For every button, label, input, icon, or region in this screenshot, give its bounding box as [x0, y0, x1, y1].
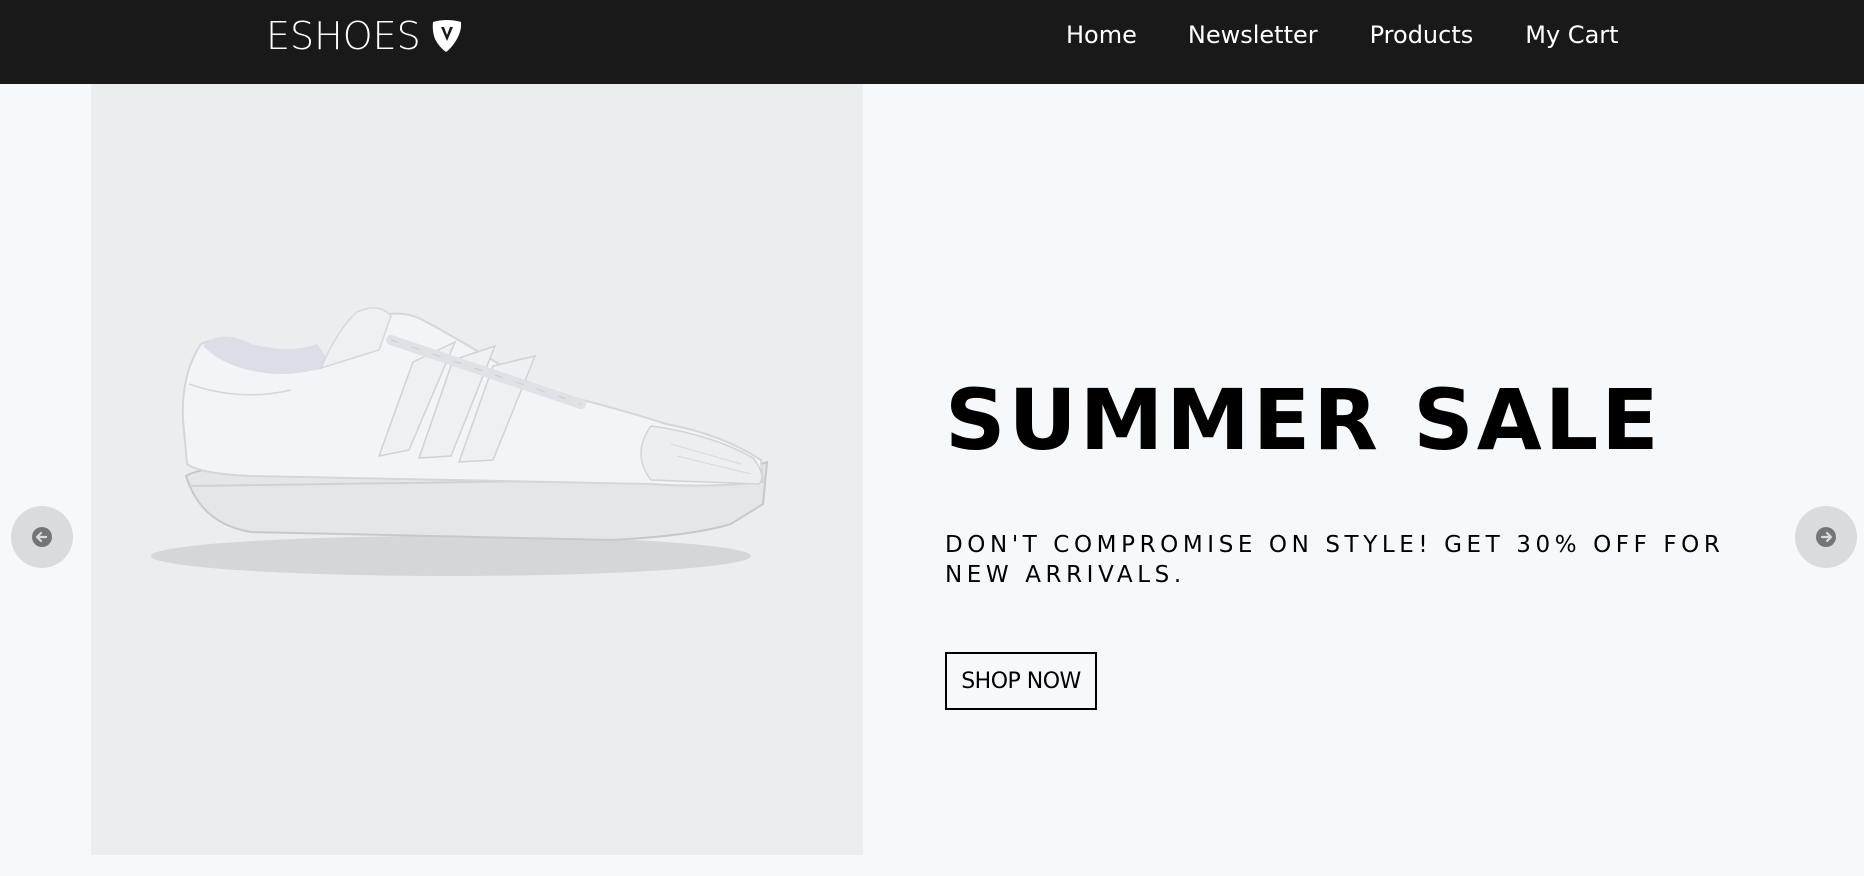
nav-home[interactable]: Home	[1066, 18, 1137, 52]
hero-title: SUMMER SALE	[945, 371, 1662, 469]
arrow-right-icon	[1816, 527, 1836, 547]
hero-description: DON'T COMPROMISE ON STYLE! GET 30% OFF F…	[945, 532, 1725, 588]
nav-my-cart[interactable]: My Cart	[1525, 18, 1618, 52]
shop-now-button[interactable]: SHOP NOW	[945, 652, 1097, 710]
logo-text: ESHOES	[266, 14, 421, 58]
arrow-left-icon	[32, 527, 52, 547]
main-nav: Home Newsletter Products My Cart	[1066, 18, 1619, 52]
logo[interactable]: ESHOES	[266, 14, 463, 58]
shield-v-icon	[431, 19, 463, 53]
navbar: ESHOES Home Newsletter Products My Cart	[0, 0, 1864, 84]
nav-products[interactable]: Products	[1370, 18, 1474, 52]
nav-newsletter[interactable]: Newsletter	[1188, 18, 1318, 52]
carousel-prev-button[interactable]	[11, 506, 73, 568]
white-sneaker-image	[91, 84, 863, 855]
carousel-next-button[interactable]	[1795, 506, 1857, 568]
